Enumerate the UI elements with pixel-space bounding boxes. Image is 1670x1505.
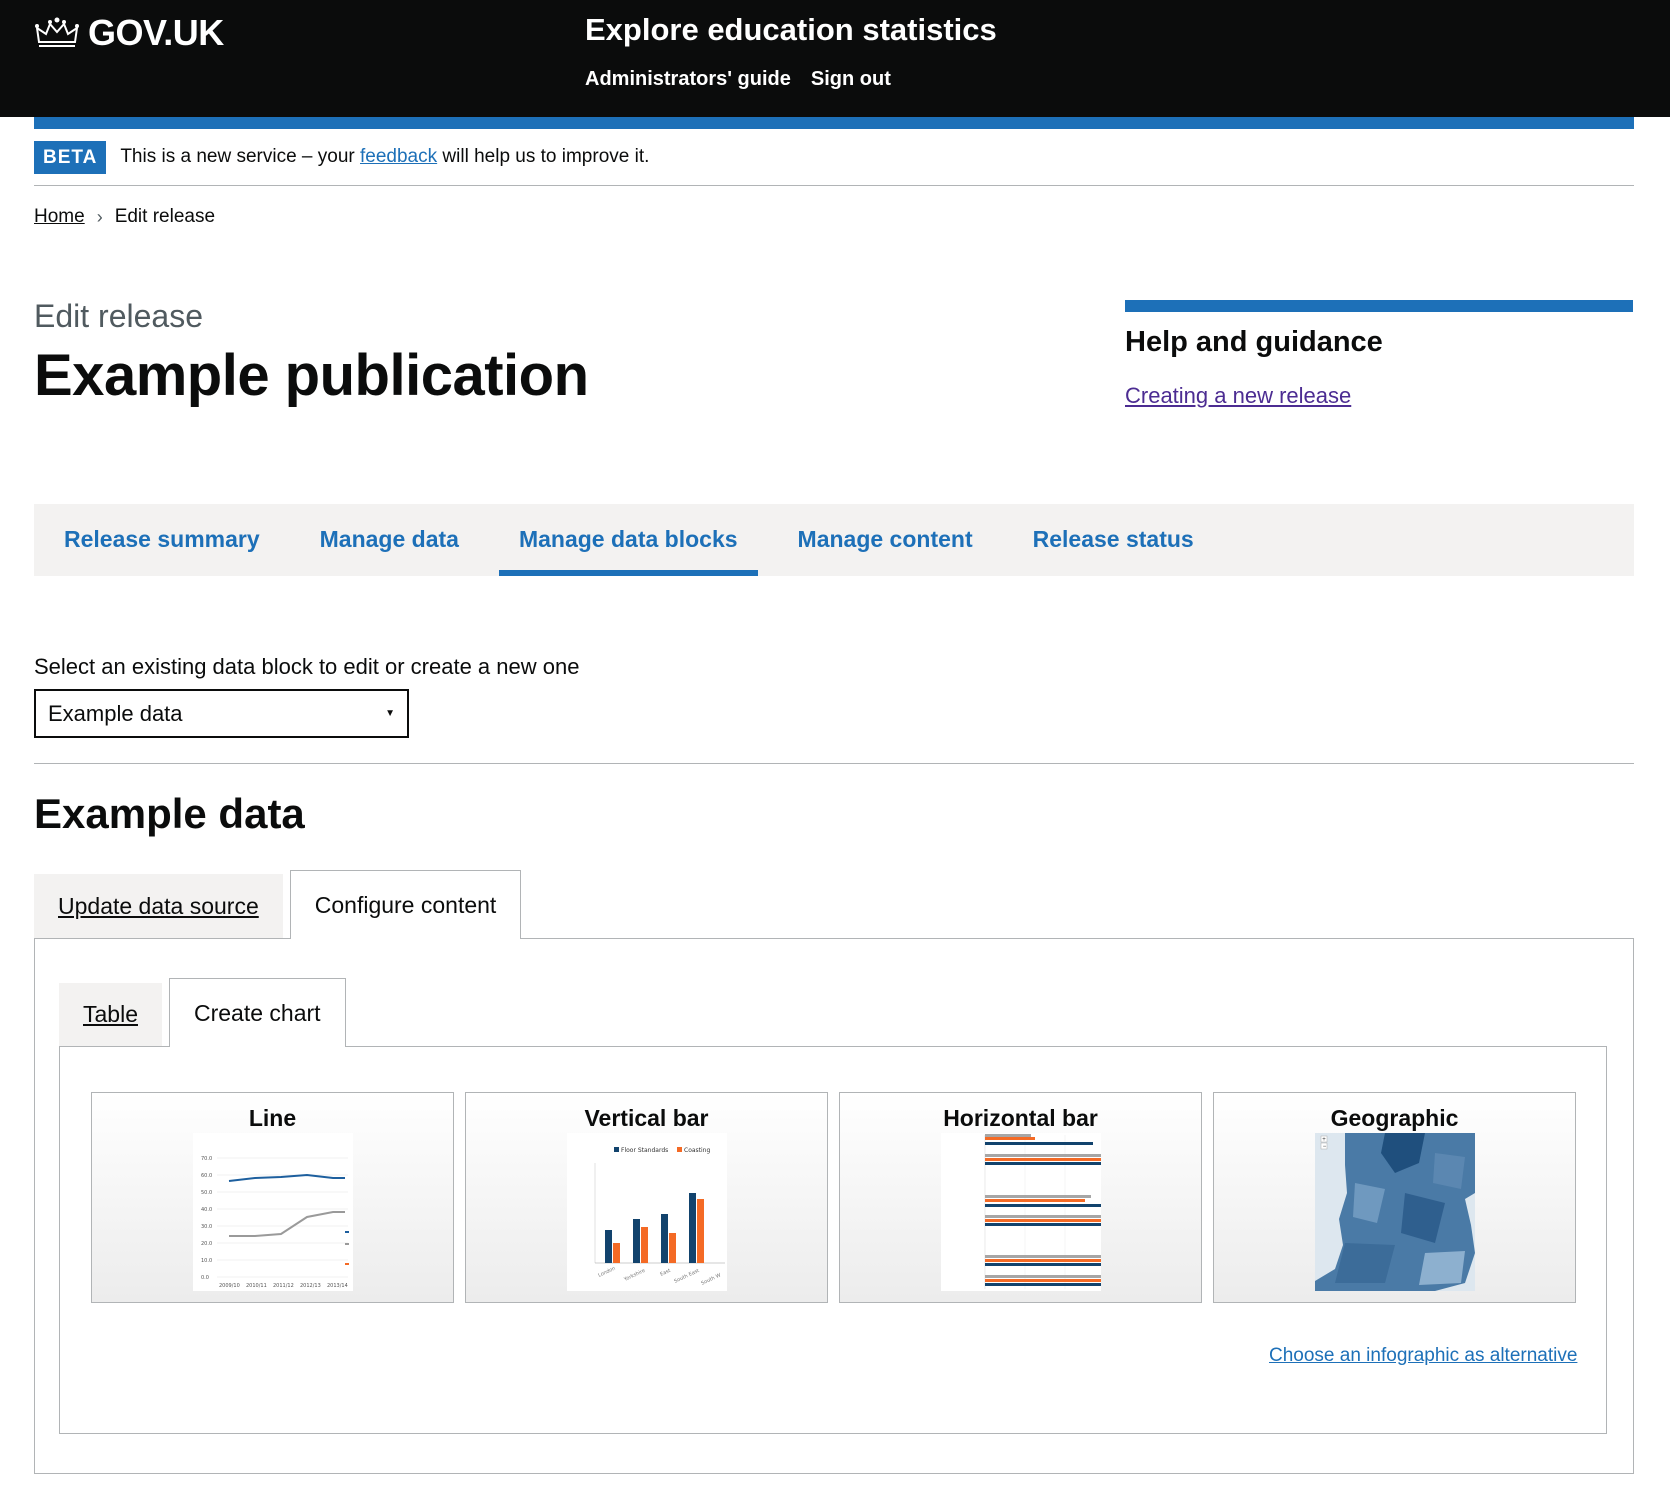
legend-swatch <box>344 1243 349 1245</box>
tab-update-data-source[interactable]: Update data source <box>34 874 283 938</box>
section-divider <box>34 763 1634 764</box>
tab-release-status[interactable]: Release status <box>1033 504 1214 576</box>
bar <box>640 1227 648 1263</box>
legend-swatch <box>613 1147 619 1152</box>
header-nav: Administrators' guide Sign out <box>585 68 891 91</box>
chart-type-geographic[interactable]: Geographic + − <box>1213 1092 1576 1303</box>
line-series-1 <box>228 1173 345 1182</box>
line-xtick: 2010/11 <box>246 1283 267 1289</box>
chart-type-vertical-bar[interactable]: Vertical bar Floor Standards Coasting Lo… <box>465 1092 828 1303</box>
line-xtick: 2011/12 <box>273 1283 294 1289</box>
legend-swatch <box>676 1147 682 1152</box>
bar <box>668 1233 676 1263</box>
line-xtick: 2012/13 <box>300 1283 321 1289</box>
zoom-out-icon: − <box>1322 1144 1326 1150</box>
data-block-select[interactable]: Example data ▼ <box>34 689 409 738</box>
tab-manage-data-blocks[interactable]: Manage data blocks <box>498 504 758 576</box>
legend-swatch <box>344 1263 349 1265</box>
bar <box>696 1199 704 1263</box>
line-ytick: 10.0 <box>201 1258 212 1264</box>
crown-icon <box>35 17 79 47</box>
map-region <box>1418 1251 1465 1285</box>
breadcrumb-current: Edit release <box>114 206 216 227</box>
beta-tag: BETA <box>34 140 107 174</box>
vbar-category: South W <box>700 1272 722 1286</box>
line-ytick: 30.0 <box>201 1224 212 1230</box>
bar <box>688 1193 696 1263</box>
chart-type-label: Line <box>248 1105 297 1131</box>
logo-text: GOV.UK <box>88 12 224 53</box>
legend-label: Coasting <box>684 1147 710 1154</box>
chevron-right-icon: › <box>96 206 103 227</box>
horizontal-bar-thumbnail <box>940 1133 1101 1291</box>
phase-banner-text: This is a new service – your feedback wi… <box>120 146 649 168</box>
line-ytick: 40.0 <box>201 1207 212 1213</box>
map-region <box>1432 1153 1465 1189</box>
phase-text-before: This is a new service – your <box>120 146 361 167</box>
govuk-logo-link[interactable]: GOV.UK <box>34 12 224 54</box>
tab-manage-content[interactable]: Manage content <box>798 504 993 576</box>
chart-type-label: Horizontal bar <box>943 1105 1098 1131</box>
inner-tabs: Table Create chart <box>59 978 346 1047</box>
line-ytick: 50.0 <box>201 1190 212 1196</box>
legend-label: Floor Standards <box>621 1147 668 1154</box>
legend-swatch <box>344 1231 349 1233</box>
creating-new-release-link[interactable]: Creating a new release <box>1125 383 1351 408</box>
phase-banner: BETA This is a new service – your feedba… <box>34 129 1634 186</box>
service-name[interactable]: Explore education statistics <box>585 12 997 48</box>
breadcrumb-home-link[interactable]: Home <box>34 206 85 228</box>
tab-table[interactable]: Table <box>59 983 162 1046</box>
data-block-select-value: Example data <box>48 700 183 726</box>
chart-type-horizontal-bar[interactable]: Horizontal bar <box>839 1092 1202 1303</box>
breadcrumb: Home › Edit release <box>34 206 215 228</box>
line-ytick: 70.0 <box>201 1156 212 1162</box>
help-title: Help and guidance <box>1125 326 1383 358</box>
line-ytick: 0.0 <box>201 1275 209 1281</box>
vbar-category: London <box>597 1266 616 1279</box>
line-series-2 <box>228 1211 345 1237</box>
line-ytick: 60.0 <box>201 1173 212 1179</box>
line-chart-thumbnail: 70.0 60.0 50.0 40.0 30.0 20.0 10.0 0.0 2… <box>192 1133 353 1291</box>
tab-create-chart[interactable]: Create chart <box>168 978 346 1047</box>
bar <box>604 1230 612 1263</box>
vbar-category: Yorkshire <box>622 1268 646 1283</box>
tab-configure-content[interactable]: Configure content <box>289 870 522 939</box>
data-block-title: Example data <box>34 790 305 837</box>
page-title: Example publication <box>34 343 589 408</box>
help-and-guidance: Help and guidance Creating a new release <box>1125 300 1633 409</box>
line-xtick: 2013/14 <box>327 1283 348 1289</box>
choose-infographic-link[interactable]: Choose an infographic as alternative <box>1269 1345 1577 1367</box>
bar <box>660 1214 668 1263</box>
administrators-guide-link[interactable]: Administrators' guide <box>585 68 791 91</box>
sign-out-link[interactable]: Sign out <box>811 68 891 91</box>
data-block-select-label: Select an existing data block to edit or… <box>34 654 580 679</box>
vertical-bar-thumbnail: Floor Standards Coasting London Yorkshir… <box>566 1133 727 1291</box>
feedback-link[interactable]: feedback <box>360 146 437 167</box>
site-header: GOV.UK Explore education statistics Admi… <box>0 0 1670 117</box>
release-nav-tabs: Release summary Manage data Manage data … <box>34 504 1634 576</box>
dropdown-arrow-icon: ▼ <box>385 708 395 719</box>
line-xtick: 2009/10 <box>219 1283 240 1289</box>
zoom-in-icon: + <box>1322 1137 1326 1143</box>
outer-tabs: Update data source Configure content <box>34 870 522 939</box>
tab-release-summary[interactable]: Release summary <box>64 504 280 576</box>
line-ytick: 20.0 <box>201 1241 212 1247</box>
bar <box>612 1243 620 1263</box>
header-accent-bar <box>34 117 1634 129</box>
bar <box>632 1219 640 1263</box>
map-region <box>1334 1243 1395 1283</box>
vbar-category: South East <box>673 1268 700 1285</box>
tab-manage-data[interactable]: Manage data <box>320 504 479 576</box>
page-caption: Edit release <box>34 298 203 334</box>
chart-type-label: Vertical bar <box>584 1105 709 1131</box>
geographic-map-thumbnail: + − <box>1314 1133 1475 1291</box>
chart-type-label: Geographic <box>1330 1105 1459 1131</box>
chart-type-line[interactable]: Line 70.0 60.0 50.0 40.0 30.0 20.0 10.0 … <box>91 1092 454 1303</box>
phase-text-after: will help us to improve it. <box>437 146 650 167</box>
vbar-category: East <box>659 1268 671 1278</box>
